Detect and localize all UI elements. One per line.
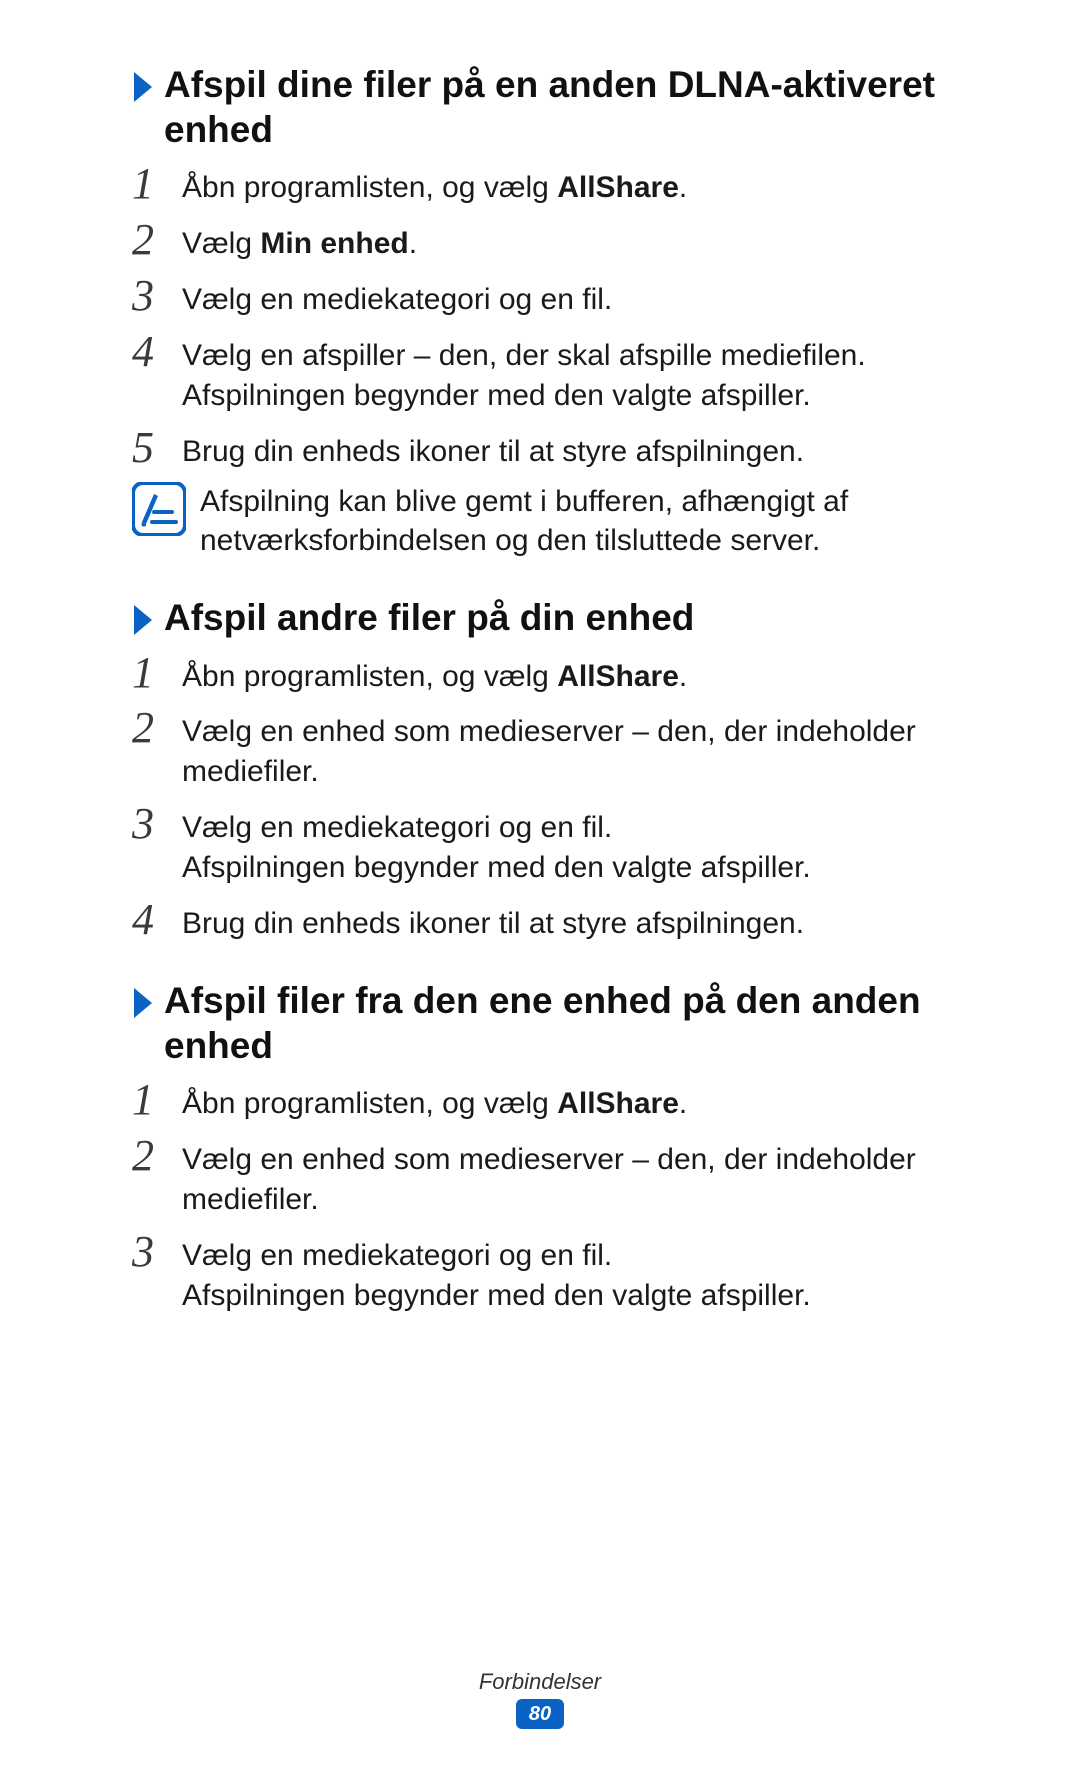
section-heading: Afspil filer fra den ene enhed på den an… [132, 978, 972, 1068]
heading-text: Afspil dine filer på en anden DLNA-aktiv… [164, 62, 972, 152]
step-item: 3 Vælg en mediekategori og en fil. Afspi… [132, 802, 972, 888]
step-item: 3 Vælg en mediekategori og en fil. Afspi… [132, 1230, 972, 1316]
section-heading: Afspil dine filer på en anden DLNA-aktiv… [132, 62, 972, 152]
step-number: 3 [132, 274, 182, 318]
chevron-right-icon [132, 986, 154, 1020]
step-number: 5 [132, 426, 182, 470]
step-item: 2 Vælg en enhed som medieserver – den, d… [132, 706, 972, 792]
step-text: Brug din enheds ikoner til at styre afsp… [182, 426, 972, 472]
chevron-right-icon [132, 603, 154, 637]
page-number-badge: 80 [516, 1699, 564, 1729]
step-item: 1 Åbn programlisten, og vælg AllShare. [132, 1078, 972, 1124]
note-text: Afspilning kan blive gemt i bufferen, af… [200, 480, 972, 562]
step-text: Åbn programlisten, og vælg AllShare. [182, 1078, 972, 1124]
step-text: Vælg en enhed som medieserver – den, der… [182, 706, 972, 792]
step-number: 2 [132, 1134, 182, 1178]
chevron-right-icon [132, 70, 154, 104]
step-text: Vælg Min enhed. [182, 218, 972, 264]
step-number: 4 [132, 330, 182, 374]
step-item: 2 Vælg en enhed som medieserver – den, d… [132, 1134, 972, 1220]
step-text: Brug din enheds ikoner til at styre afsp… [182, 898, 972, 944]
step-number: 1 [132, 162, 182, 206]
step-number: 1 [132, 651, 182, 695]
step-text: Åbn programlisten, og vælg AllShare. [182, 162, 972, 208]
heading-text: Afspil andre filer på din enhed [164, 595, 694, 640]
step-number: 1 [132, 1078, 182, 1122]
step-number: 2 [132, 706, 182, 750]
step-item: 4 Brug din enheds ikoner til at styre af… [132, 898, 972, 944]
step-number: 3 [132, 1230, 182, 1274]
step-item: 4 Vælg en afspiller – den, der skal afsp… [132, 330, 972, 416]
page-footer: Forbindelser 80 [0, 1669, 1080, 1729]
step-text: Åbn programlisten, og vælg AllShare. [182, 651, 972, 697]
page-content: Afspil dine filer på en anden DLNA-aktiv… [0, 0, 1080, 1316]
note: Afspilning kan blive gemt i bufferen, af… [132, 480, 972, 562]
step-text: Vælg en mediekategori og en fil. Afspiln… [182, 1230, 972, 1316]
step-text: Vælg en afspiller – den, der skal afspil… [182, 330, 972, 416]
step-text: Vælg en mediekategori og en fil. [182, 274, 972, 320]
step-number: 3 [132, 802, 182, 846]
step-item: 3 Vælg en mediekategori og en fil. [132, 274, 972, 320]
step-number: 4 [132, 898, 182, 942]
step-item: 5 Brug din enheds ikoner til at styre af… [132, 426, 972, 472]
step-text: Vælg en enhed som medieserver – den, der… [182, 1134, 972, 1220]
step-number: 2 [132, 218, 182, 262]
heading-text: Afspil filer fra den ene enhed på den an… [164, 978, 972, 1068]
step-text: Vælg en mediekategori og en fil. Afspiln… [182, 802, 972, 888]
note-icon [132, 482, 186, 536]
footer-section-label: Forbindelser [0, 1669, 1080, 1695]
step-item: 2 Vælg Min enhed. [132, 218, 972, 264]
section-heading: Afspil andre filer på din enhed [132, 595, 972, 640]
step-item: 1 Åbn programlisten, og vælg AllShare. [132, 651, 972, 697]
step-item: 1 Åbn programlisten, og vælg AllShare. [132, 162, 972, 208]
